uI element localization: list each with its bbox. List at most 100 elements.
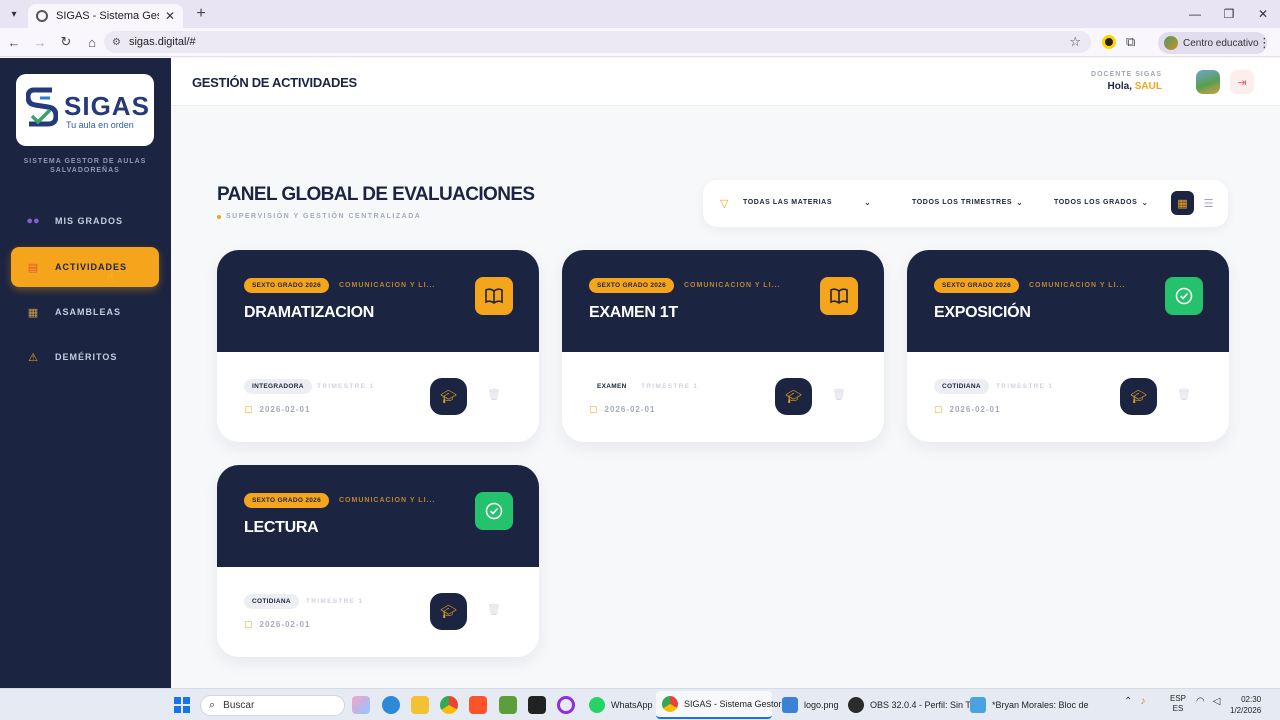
profile-button[interactable]: Centro educativo (1158, 32, 1267, 54)
avatar[interactable] (1196, 70, 1220, 94)
logout-icon[interactable]: ⇥ (1230, 70, 1254, 94)
graduation-cap-icon[interactable]: 🎓︎ (775, 378, 812, 415)
microphone-icon[interactable]: ♪ (1140, 696, 1145, 707)
trash-icon[interactable]: 🗑︎ (832, 388, 846, 401)
chevron-down-icon: ⌄ (864, 198, 872, 207)
reload-icon[interactable]: ↻ (54, 34, 78, 50)
chevron-up-icon[interactable]: ⌃ (1124, 696, 1132, 707)
card-header: SEXTO GRADO 2026 COMUNICACIÓN Y LI... LE… (217, 465, 539, 567)
site-info-icon[interactable]: ⚙ (112, 37, 121, 48)
bookmark-star-icon[interactable]: ☆ (1069, 34, 1081, 50)
more-menu-icon[interactable]: ⋮ (1258, 35, 1271, 51)
subject-filter-label: TODAS LAS MATERIAS (743, 199, 833, 206)
volume-icon[interactable]: ◁ (1213, 696, 1221, 707)
taskbar-item-notepad[interactable]: *Bryan Morales: Bloc de (964, 691, 1095, 719)
type-badge: EXAMEN (597, 383, 627, 390)
windows-start-icon[interactable] (174, 697, 190, 713)
edge-icon[interactable] (382, 696, 400, 714)
search-icon: ⌕ (209, 699, 216, 711)
taskbar-item-sigas[interactable]: SIGAS - Sistema Gestor (656, 691, 782, 719)
chrome-icon[interactable] (440, 696, 458, 714)
graduation-cap-icon[interactable]: 🎓︎ (430, 593, 467, 630)
assembly-icon: ▦ (27, 306, 39, 319)
trash-icon[interactable]: 🗑︎ (1177, 388, 1191, 401)
puzzle-icon[interactable]: ⧉ (1126, 34, 1135, 50)
activity-card[interactable]: SEXTO GRADO 2026 COMUNICACIÓN Y LI... EX… (562, 250, 884, 442)
subject-label: COMUNICACIÓN Y LI... (684, 282, 781, 289)
trash-icon[interactable]: 🗑︎ (487, 388, 501, 401)
type-badge: COTIDIANA (244, 594, 299, 609)
tab-search-icon[interactable]: ▾ (0, 0, 28, 28)
taskbar-item-label: logo.png (804, 700, 839, 710)
window-controls: — ❐ ✕ (1178, 0, 1280, 28)
trimester-label: TRIMESTRE 1 (641, 383, 699, 390)
activity-card[interactable]: SEXTO GRADO 2026 COMUNICACIÓN Y LI... EX… (907, 250, 1229, 442)
calendar-icon: ▢ (589, 404, 599, 414)
taskbar-item-whatsapp[interactable]: WhatsApp (583, 691, 659, 719)
sidebar-item-demeritos[interactable]: ⚠ DEMÉRITOS (11, 337, 159, 377)
check-circle-icon (1165, 277, 1203, 315)
new-tab-icon[interactable]: + (189, 5, 213, 23)
address-bar[interactable]: ⚙ sigas.digital/# ☆ (104, 31, 1091, 53)
profile-avatar-icon (1164, 36, 1178, 50)
sidebar-item-label: ACTIVIDADES (55, 262, 128, 272)
chrome-icon (662, 696, 678, 712)
activity-title: LECTURA (244, 519, 319, 536)
activity-card[interactable]: SEXTO GRADO 2026 COMUNICACIÓN Y LI... LE… (217, 465, 539, 657)
trimester-label: TRIMESTRE 1 (317, 383, 375, 390)
greeting-text: Hola, (1107, 81, 1132, 92)
clock[interactable]: 02:30 1/2/2026 (1230, 694, 1261, 716)
calendar-icon: ▢ (244, 619, 254, 629)
sidebar-item-actividades[interactable]: ▤ ACTIVIDADES (11, 247, 159, 287)
filter-icon: ▽ (720, 198, 729, 210)
calendar-icon: ▢ (244, 404, 254, 414)
copilot-icon[interactable] (352, 696, 370, 714)
subject-filter[interactable]: TODAS LAS MATERIAS ⌄ (743, 198, 871, 207)
close-window-icon[interactable]: ✕ (1246, 0, 1280, 28)
sigas-logo-icon (26, 87, 58, 127)
grid-view-icon[interactable]: ▦ (1171, 191, 1194, 215)
back-icon[interactable]: ← (2, 35, 26, 50)
forward-icon[interactable]: → (28, 35, 52, 50)
activity-date: 2026-02-01 (604, 405, 656, 414)
language-indicator[interactable]: ESP ES (1170, 694, 1186, 714)
taskbar-item-obs[interactable]: OBS 32.0.4 - Perfil: Sin T (842, 691, 977, 719)
restore-icon[interactable]: ❐ (1212, 0, 1246, 28)
list-view-icon[interactable]: ☰ (1197, 191, 1220, 215)
browser-toolbar: ← → ↻ ⌂ ⚙ sigas.digital/# ☆ ⧉ Centro edu… (0, 28, 1280, 57)
minecraft-icon[interactable] (499, 696, 517, 714)
home-icon[interactable]: ⌂ (80, 35, 104, 50)
sidebar-item-asambleas[interactable]: ▦ ASAMBLEAS (11, 292, 159, 332)
user-name: SAUL (1134, 81, 1162, 92)
graduation-cap-icon[interactable]: 🎓︎ (430, 378, 467, 415)
card-header: SEXTO GRADO 2026 COMUNICACIÓN Y LI... EX… (907, 250, 1229, 352)
extension-icon[interactable] (1102, 35, 1116, 49)
activity-card[interactable]: SEXTO GRADO 2026 COMUNICACIÓN Y LI... DR… (217, 250, 539, 442)
opera-gx-icon[interactable] (557, 696, 575, 714)
warning-icon: ⚠ (28, 351, 38, 364)
taskbar-item-logo[interactable]: logo.png (776, 691, 845, 719)
clock-date: 1/2/2026 (1230, 706, 1262, 715)
trash-icon[interactable]: 🗑︎ (487, 603, 501, 616)
filter-bar: ▽ TODAS LAS MATERIAS ⌄ TODOS LOS TRIMEST… (703, 180, 1228, 227)
taskbar-search[interactable]: ⌕ Buscar (200, 695, 345, 716)
epic-games-icon[interactable] (528, 696, 546, 714)
wifi-icon[interactable]: ◠ (1196, 696, 1205, 707)
graduation-cap-icon[interactable]: 🎓︎ (1120, 378, 1157, 415)
card-header: SEXTO GRADO 2026 COMUNICACIÓN Y LI... EX… (562, 250, 884, 352)
trimester-filter[interactable]: TODOS LOS TRIMESTRES ⌄ (912, 198, 1023, 207)
trimester-label: TRIMESTRE 1 (306, 598, 364, 605)
activity-title: DRAMATIZACION (244, 304, 375, 321)
clock-time: 02:30 (1241, 695, 1262, 704)
close-tab-icon[interactable]: ✕ (165, 9, 175, 23)
browser-tab[interactable]: SIGAS - Sistema Gestor de Aula ✕ (28, 4, 183, 28)
whatsapp-icon (589, 697, 605, 713)
brave-icon[interactable] (469, 696, 487, 714)
folder-icon[interactable] (411, 696, 429, 714)
sidebar-item-mis-grados[interactable]: ●● MIS GRADOS (11, 201, 159, 241)
logo-name: SIGAS (64, 91, 150, 121)
minimize-icon[interactable]: — (1178, 0, 1212, 28)
grade-filter[interactable]: TODOS LOS GRADOS ⌄ (1054, 198, 1149, 207)
app-header: GESTIÓN DE ACTIVIDADES DOCENTE SIGAS Hol… (171, 58, 1280, 106)
check-circle-icon (475, 492, 513, 530)
